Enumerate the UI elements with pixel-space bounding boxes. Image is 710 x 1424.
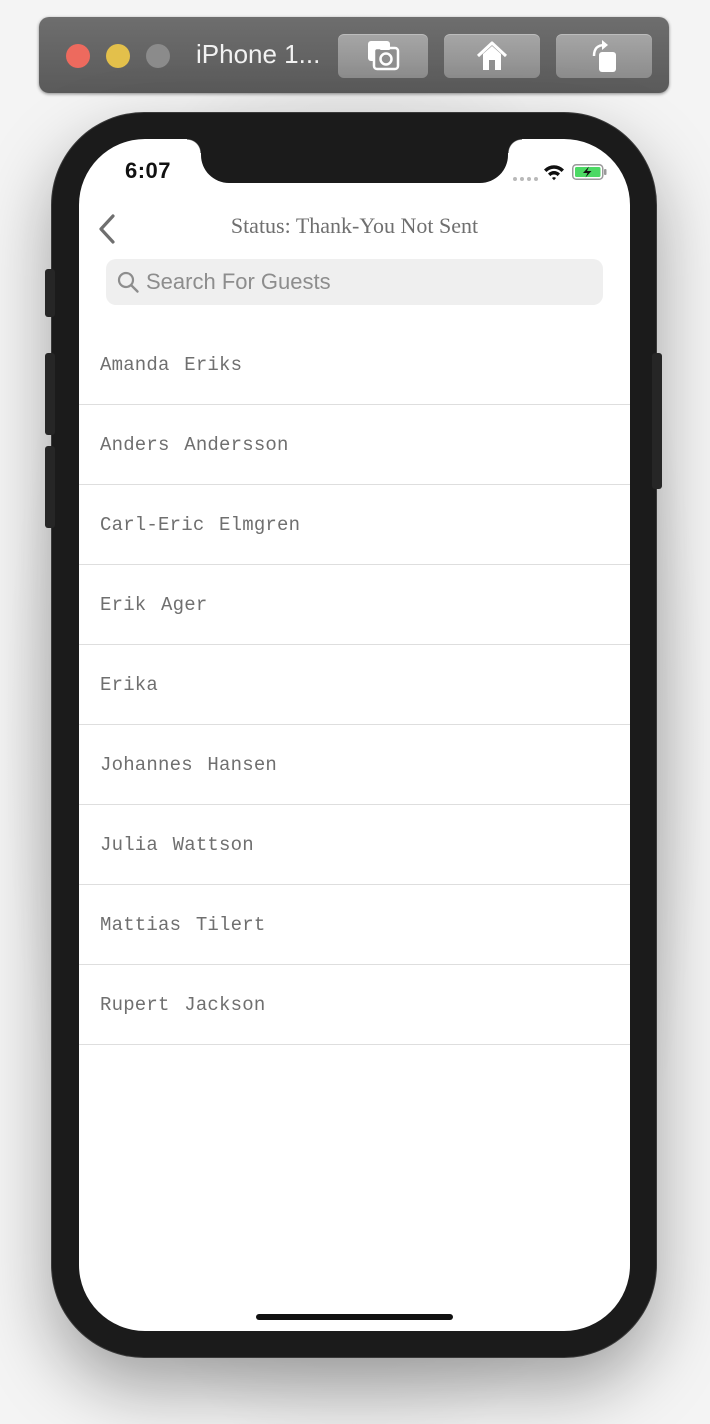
guest-name: Erik Ager — [100, 593, 208, 616]
signal-dots — [513, 177, 538, 181]
guest-list: Amanda Eriks Anders Andersson Carl-Eric El… — [79, 325, 630, 1045]
guest-row[interactable]: Johannes Hansen — [79, 725, 630, 805]
search-bar[interactable] — [106, 259, 603, 305]
guest-name: Amanda Eriks — [100, 353, 243, 376]
guest-name: Johannes Hansen — [100, 753, 278, 776]
chevron-left-icon — [99, 214, 115, 244]
guest-name: Julia Wattson — [100, 833, 254, 856]
simulator-title: iPhone 1... — [196, 39, 321, 69]
phone-screen: 6:07 Status: Thank-You Not Sent Search F… — [79, 139, 630, 1331]
screenshot-button[interactable] — [338, 34, 428, 78]
guest-name: Mattias Tilert — [100, 913, 266, 936]
guest-row[interactable]: Carl-Eric Elmgren — [79, 485, 630, 565]
guest-name: Rupert Jackson — [100, 993, 266, 1016]
minimize-window-button[interactable] — [106, 44, 130, 68]
simulator-stage: iPhone 1... 6:07 Status: Thank-You Not S… — [0, 0, 710, 1424]
search-icon — [117, 271, 139, 293]
volume-up-button[interactable] — [45, 353, 55, 435]
guest-name: Erika — [100, 673, 159, 696]
zoom-window-button[interactable] — [146, 44, 170, 68]
volume-down-button[interactable] — [45, 446, 55, 528]
guest-row[interactable]: Erik Ager — [79, 565, 630, 645]
close-window-button[interactable] — [66, 44, 90, 68]
guest-row[interactable]: Mattias Tilert — [79, 885, 630, 965]
simulator-titlebar: iPhone 1... — [39, 17, 669, 93]
camera-icon — [368, 41, 400, 71]
search-input[interactable] — [146, 259, 591, 305]
side-button[interactable] — [652, 353, 662, 489]
guest-name: Carl-Eric Elmgren — [100, 513, 301, 536]
ring-switch[interactable] — [45, 269, 55, 317]
back-button[interactable] — [89, 209, 125, 249]
guest-row[interactable]: Erika — [79, 645, 630, 725]
guest-row[interactable]: Anders Andersson — [79, 405, 630, 485]
page-title: Status: Thank-You Not Sent — [230, 213, 479, 238]
guest-row[interactable]: Julia Wattson — [79, 805, 630, 885]
wifi-icon — [544, 165, 564, 181]
phone-frame: 6:07 Status: Thank-You Not Sent Search F… — [45, 113, 662, 1357]
home-icon — [476, 41, 508, 70]
guest-row[interactable]: Rupert Jackson — [79, 965, 630, 1045]
status-time: 6:07 — [125, 158, 172, 183]
guest-row[interactable]: Amanda Eriks — [79, 325, 630, 405]
rotate-icon — [592, 40, 616, 72]
rotate-button[interactable] — [556, 34, 652, 78]
home-indicator[interactable] — [256, 1314, 453, 1320]
battery-charging-icon — [572, 164, 607, 180]
notch — [187, 139, 522, 183]
guest-name: Anders Andersson — [100, 433, 289, 456]
home-button[interactable] — [444, 34, 540, 78]
